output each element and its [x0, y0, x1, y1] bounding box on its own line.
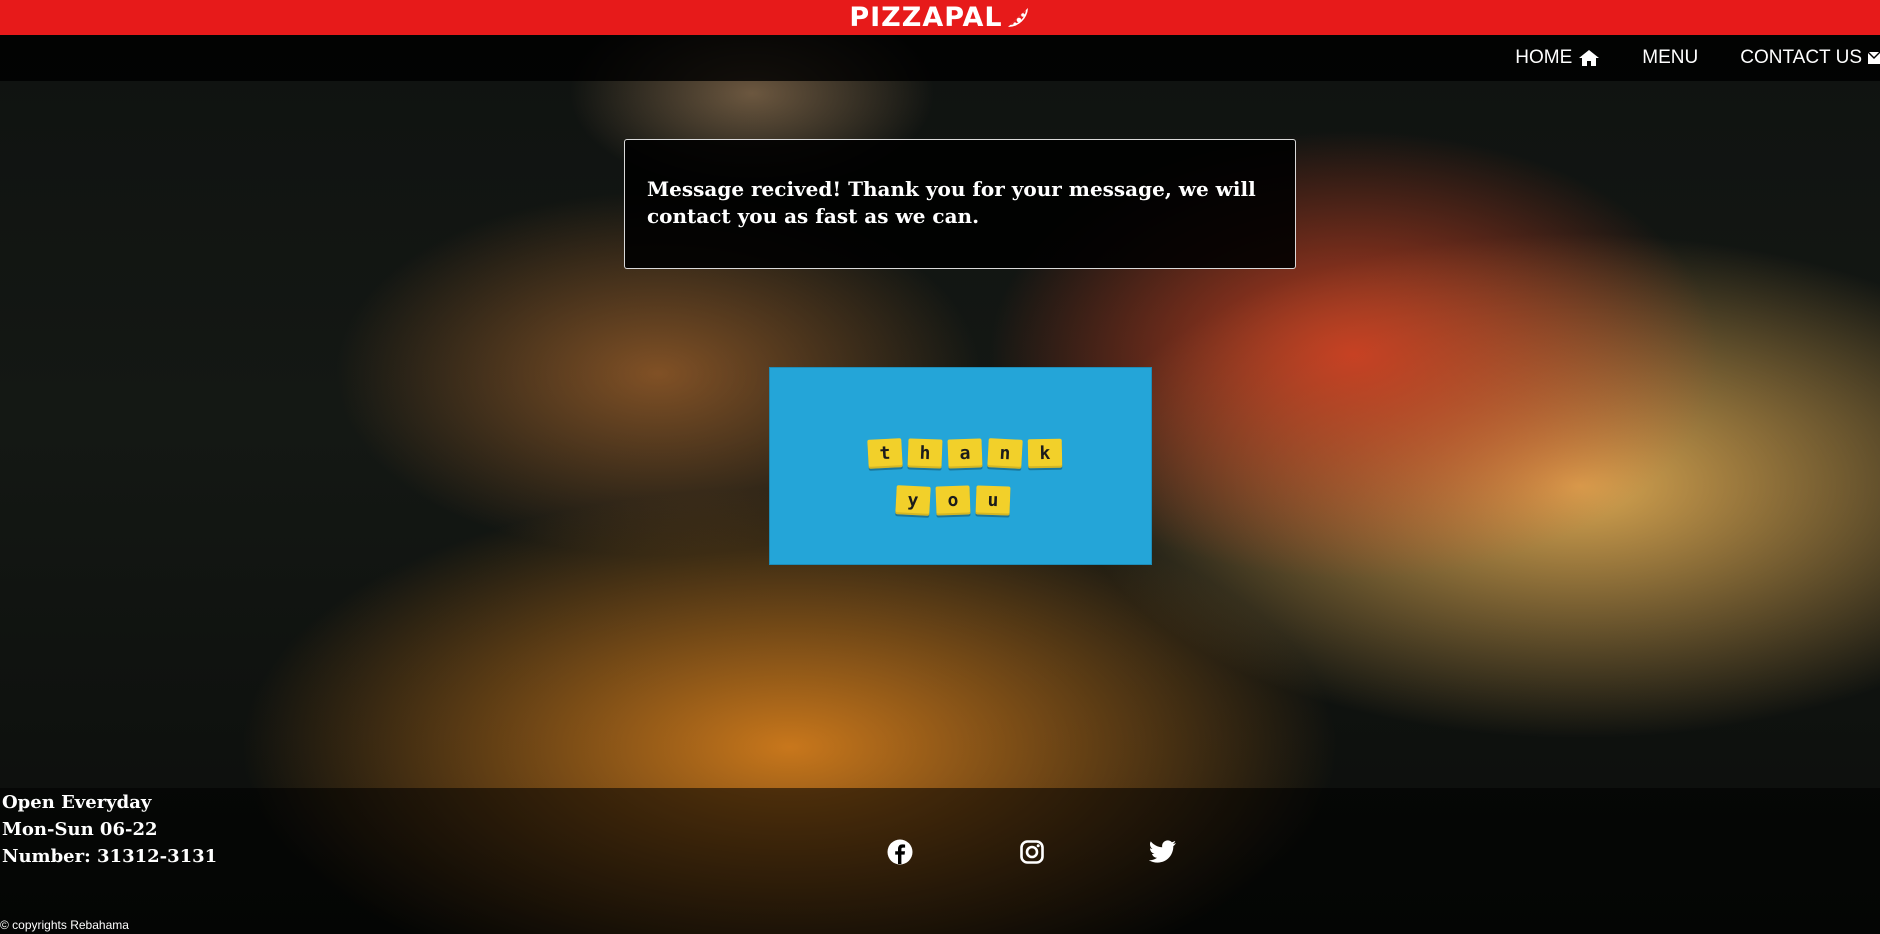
- letter-tile: k: [1027, 438, 1063, 469]
- thank-tiles-row: t h a n k: [867, 438, 1063, 469]
- letter-tile: h: [907, 438, 943, 469]
- letter-tile: o: [935, 485, 971, 516]
- you-tiles-row: y o u: [895, 485, 1011, 516]
- nav-home-label: HOME: [1515, 47, 1573, 68]
- nav-home[interactable]: HOME: [1515, 47, 1600, 69]
- home-icon: [1578, 49, 1600, 67]
- copyright-text: © copyrights Rebahama: [0, 918, 129, 932]
- message-received-card: Message recived! Thank you for your mess…: [624, 139, 1296, 269]
- facebook-icon[interactable]: [883, 835, 917, 869]
- letter-tile: u: [975, 485, 1011, 516]
- phone-number: Number: 31312-3131: [2, 846, 218, 867]
- nav-menu-label: MENU: [1642, 47, 1699, 68]
- letter-tile: n: [987, 438, 1023, 469]
- top-brand-bar: PIZZAPAL: [0, 0, 1880, 35]
- hours-line-2: Mon-Sun 06-22: [2, 819, 158, 840]
- message-received-text: Message recived! Thank you for your mess…: [647, 177, 1256, 228]
- main-navigation: HOME MENU CONTACT US: [0, 35, 1880, 81]
- opening-hours: Open Everyday Mon-Sun 06-22 Number: 3131…: [2, 789, 217, 870]
- hours-line-1: Open Everyday: [2, 792, 152, 813]
- brand-logo[interactable]: PIZZAPAL: [849, 2, 1030, 33]
- nav-menu[interactable]: MENU: [1642, 47, 1698, 69]
- envelope-icon: [1868, 50, 1880, 66]
- nav-contact[interactable]: CONTACT US: [1740, 47, 1880, 69]
- social-links: [870, 835, 1310, 871]
- nav-links: HOME MENU CONTACT US: [1515, 35, 1880, 81]
- brand-name: PIZZAPAL: [849, 2, 1003, 33]
- letter-tile: y: [895, 485, 931, 516]
- twitter-icon[interactable]: [1146, 835, 1180, 869]
- thank-you-image: t h a n k y o u: [769, 367, 1152, 565]
- pizza-slice-icon: [1005, 5, 1031, 31]
- instagram-icon[interactable]: [1015, 835, 1049, 869]
- letter-tile: t: [867, 438, 903, 469]
- nav-contact-label: CONTACT US: [1740, 47, 1862, 68]
- letter-tile: a: [947, 438, 983, 469]
